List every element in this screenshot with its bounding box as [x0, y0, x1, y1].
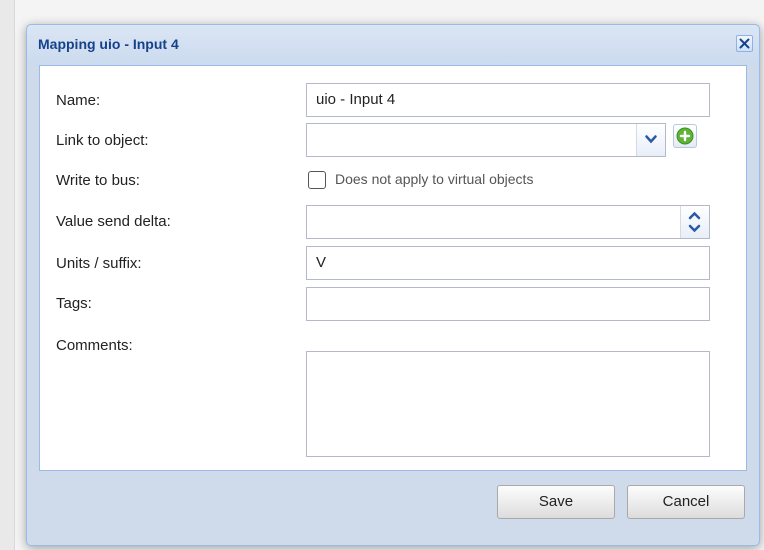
- name-input[interactable]: uio - Input 4: [306, 83, 710, 117]
- tags-input[interactable]: [306, 287, 710, 321]
- save-button[interactable]: Save: [497, 485, 615, 519]
- comments-textarea[interactable]: [306, 351, 710, 457]
- dialog-title: Mapping uio - Input 4: [38, 36, 179, 52]
- dialog-titlebar[interactable]: Mapping uio - Input 4: [27, 25, 759, 65]
- link-to-object-label: Link to object:: [56, 132, 149, 149]
- units-suffix-label: Units / suffix:: [56, 255, 142, 272]
- chevron-up-icon[interactable]: [688, 211, 701, 220]
- cancel-button[interactable]: Cancel: [627, 485, 745, 519]
- write-to-bus-checkbox[interactable]: [308, 171, 326, 189]
- close-icon: [739, 38, 750, 49]
- value-send-delta-label: Value send delta:: [56, 213, 171, 230]
- units-suffix-input[interactable]: V: [306, 246, 710, 280]
- chevron-down-icon[interactable]: [688, 224, 701, 233]
- link-to-object-combo[interactable]: [306, 123, 666, 157]
- write-to-bus-note: Does not apply to virtual objects: [335, 171, 534, 187]
- close-button[interactable]: [736, 35, 753, 52]
- mapping-dialog: Mapping uio - Input 4 Name: uio - Input …: [26, 24, 760, 546]
- chevron-down-icon: [645, 135, 657, 144]
- write-to-bus-label: Write to bus:: [56, 172, 140, 189]
- dialog-body: Name: uio - Input 4 Link to object: Writ…: [39, 65, 747, 471]
- combo-dropdown-trigger[interactable]: [636, 124, 665, 156]
- comments-label: Comments:: [56, 337, 133, 354]
- add-icon: [676, 127, 694, 145]
- spinner-trigger[interactable]: [680, 206, 709, 238]
- add-object-button[interactable]: [673, 124, 697, 148]
- tags-label: Tags:: [56, 295, 92, 312]
- name-label: Name:: [56, 92, 101, 109]
- value-send-delta-input[interactable]: [306, 205, 710, 239]
- left-panel-edge: [0, 0, 15, 550]
